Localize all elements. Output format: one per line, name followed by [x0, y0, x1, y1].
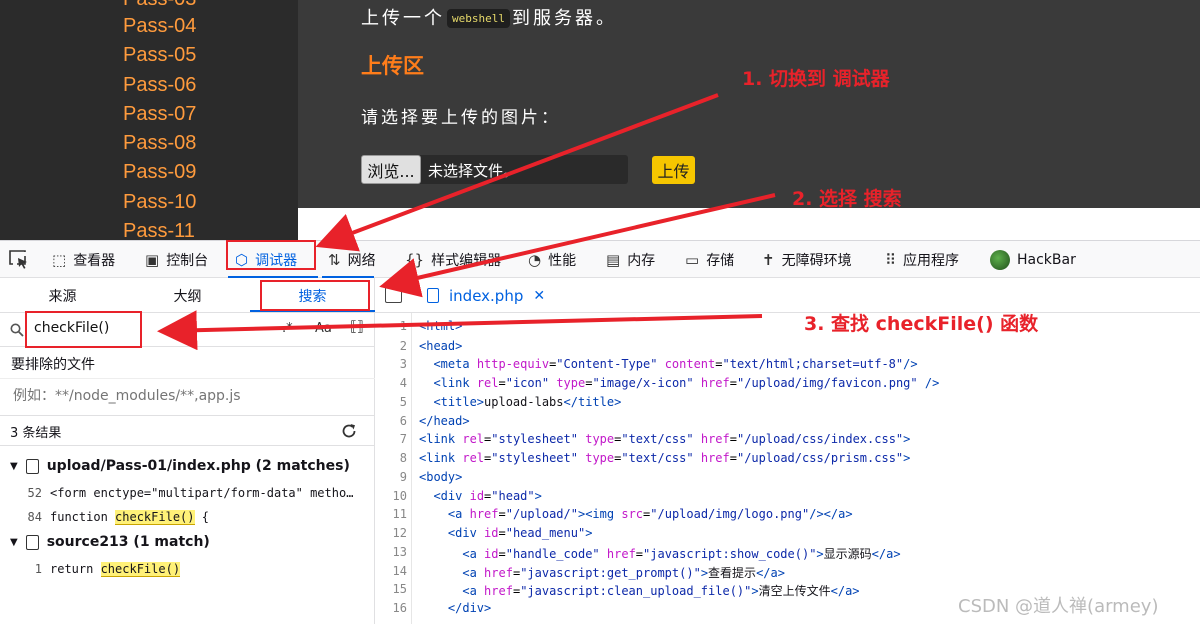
- annotation-step-3: 3. 查找 checkFile() 函数: [804, 313, 1039, 335]
- watermark: CSDN @道人禅(armey): [958, 596, 1159, 617]
- annotation-step-1: 1. 切换到 调试器: [742, 68, 890, 90]
- annotation-step-2: 2. 选择 搜索: [792, 188, 902, 210]
- arrow-step-2: [379, 193, 776, 298]
- arrow-step-3: [157, 310, 763, 351]
